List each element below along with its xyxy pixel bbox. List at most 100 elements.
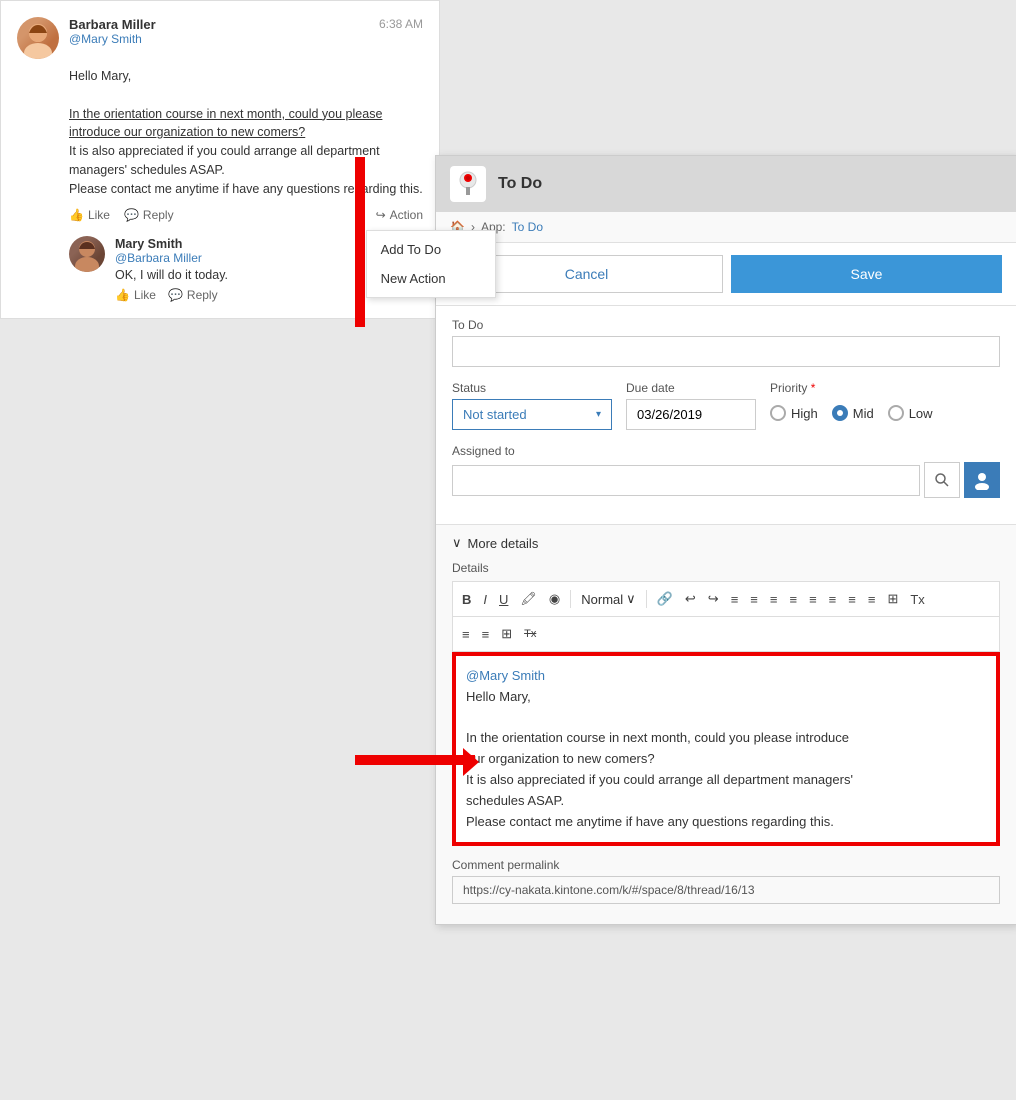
- underline-icon: U: [499, 592, 508, 607]
- editor-toolbar: B I U 🖍 ◉ Normal ∨ 🔗 ↩ ↪ ≡ ≡ ≡ ≡ ≡ ≡: [452, 581, 1000, 616]
- align2-center[interactable]: ≡: [477, 624, 495, 645]
- source-button[interactable]: ⊞: [496, 623, 517, 645]
- reply-icon: 💬: [124, 208, 139, 222]
- undo-button[interactable]: ↩: [680, 588, 701, 610]
- status-select[interactable]: Not started ▾: [452, 399, 612, 430]
- mid-label: Mid: [853, 406, 874, 421]
- underline-button[interactable]: U: [494, 589, 513, 610]
- todo-form: To Do Status Not started ▾ Due date Prio…: [436, 306, 1016, 524]
- assigned-search-input[interactable]: [452, 465, 920, 496]
- italic-button[interactable]: I: [478, 589, 492, 610]
- align-left-button[interactable]: ≡: [804, 589, 822, 610]
- post-mention: @Mary Smith: [69, 32, 369, 46]
- toolbar-divider-2: [646, 590, 647, 608]
- red-arrow-vertical: [355, 157, 365, 327]
- action-button[interactable]: ↪ Action: [376, 208, 423, 222]
- more-details-label: More details: [468, 536, 539, 551]
- priority-low-option[interactable]: Low: [888, 405, 933, 421]
- post-body: Hello Mary, In the orientation course in…: [69, 67, 423, 198]
- priority-label-text: Priority: [770, 381, 807, 395]
- action-container: ↪ Action Add To Do New Action: [376, 208, 423, 222]
- table-icon: ⊞: [887, 591, 898, 607]
- avatar-mary: [69, 236, 105, 272]
- more-details-toggle[interactable]: ∨ More details: [452, 535, 1000, 551]
- like-button[interactable]: 👍 Like: [69, 208, 110, 222]
- link-button[interactable]: 🔗: [652, 588, 678, 610]
- post-author-name: Barbara Miller: [69, 17, 369, 32]
- highlight-icon: 🖍: [520, 591, 537, 607]
- comment-reply-button[interactable]: 💬 Reply: [168, 288, 218, 302]
- new-action-item[interactable]: New Action: [367, 264, 495, 293]
- form-row-sdp: Status Not started ▾ Due date Priority *: [452, 381, 1000, 430]
- priority-mid-option[interactable]: Mid: [832, 405, 874, 421]
- duedate-input[interactable]: [626, 399, 756, 430]
- assigned-label: Assigned to: [452, 444, 1000, 458]
- priority-field: Priority * High Mid Low: [770, 381, 1000, 421]
- align-full-icon: ≡: [868, 592, 876, 607]
- like-label: Like: [88, 208, 110, 222]
- add-todo-item[interactable]: Add To Do: [367, 235, 495, 264]
- search-button[interactable]: [924, 462, 960, 498]
- align2-center-icon: ≡: [482, 627, 490, 642]
- redo-button[interactable]: ↪: [703, 588, 724, 610]
- post-meta: Barbara Miller @Mary Smith: [69, 17, 369, 46]
- align-center-button[interactable]: ≡: [824, 589, 842, 610]
- low-label: Low: [909, 406, 933, 421]
- thumb-icon-2: 👍: [115, 288, 130, 302]
- assigned-search-wrapper: [452, 462, 1000, 498]
- user-icon: [972, 470, 992, 490]
- high-radio[interactable]: [770, 405, 786, 421]
- reply-button[interactable]: 💬 Reply: [124, 208, 174, 222]
- todo-title: To Do: [498, 175, 542, 193]
- align2-left[interactable]: ≡: [457, 624, 475, 645]
- indent-button[interactable]: ≡: [765, 589, 783, 610]
- high-label: High: [791, 406, 818, 421]
- outdent-icon: ≡: [789, 592, 797, 607]
- user-select-button[interactable]: [964, 462, 1000, 498]
- align-right-button[interactable]: ≡: [843, 589, 861, 610]
- duedate-field: Due date: [626, 381, 756, 430]
- breadcrumb-link[interactable]: To Do: [512, 220, 543, 234]
- table-button[interactable]: ⊞: [882, 588, 903, 610]
- bold-button[interactable]: B: [457, 589, 476, 610]
- comment-like-button[interactable]: 👍 Like: [115, 288, 156, 302]
- format-dropdown[interactable]: Normal ∨: [576, 588, 640, 610]
- permalink-input[interactable]: [452, 876, 1000, 904]
- status-value: Not started: [463, 407, 596, 422]
- outdent-button[interactable]: ≡: [784, 589, 802, 610]
- mid-radio[interactable]: [832, 405, 848, 421]
- assigned-row: Assigned to: [452, 444, 1000, 498]
- todo-field-label: To Do: [452, 318, 1000, 332]
- clearall-button[interactable]: Tx: [519, 625, 541, 643]
- editor-toolbar-2: ≡ ≡ ⊞ Tx: [452, 616, 1000, 652]
- chevron-down-icon: ▾: [596, 409, 601, 420]
- duedate-label: Due date: [626, 381, 756, 395]
- editor-area[interactable]: @Mary Smith Hello Mary, In the orientati…: [454, 654, 998, 844]
- mention-text: @Mary Smith: [466, 668, 545, 683]
- eraser-button[interactable]: ◉: [544, 588, 565, 610]
- ol-button[interactable]: ≡: [745, 589, 763, 610]
- align-right-icon: ≡: [848, 592, 856, 607]
- format-chevron: ∨: [626, 591, 636, 607]
- editor-body3: It is also appreciated if you could arra…: [466, 770, 986, 791]
- align-full-button[interactable]: ≡: [863, 589, 881, 610]
- low-radio[interactable]: [888, 405, 904, 421]
- clear-format-button[interactable]: Tx: [905, 589, 929, 610]
- post-actions: 👍 Like 💬 Reply ↪ Action Add To Do New Ac…: [69, 208, 423, 222]
- more-details-section: ∨ More details Details B I U 🖍 ◉ Normal …: [436, 524, 1016, 924]
- format-value: Normal: [581, 592, 623, 607]
- priority-high-option[interactable]: High: [770, 405, 818, 421]
- highlight-button[interactable]: 🖍: [515, 588, 542, 610]
- action-dropdown: Add To Do New Action: [366, 230, 496, 298]
- todo-text-input[interactable]: [452, 336, 1000, 367]
- align-center-icon: ≡: [829, 592, 837, 607]
- red-arrow-horizontal: [355, 755, 475, 765]
- reply-icon-2: 💬: [168, 288, 183, 302]
- post-time: 6:38 AM: [379, 17, 423, 31]
- clearall-icon: Tx: [524, 628, 536, 640]
- indent-icon: ≡: [770, 592, 778, 607]
- save-button[interactable]: Save: [731, 255, 1002, 293]
- ul-icon: ≡: [731, 592, 739, 607]
- align2-left-icon: ≡: [462, 627, 470, 642]
- ul-button[interactable]: ≡: [726, 589, 744, 610]
